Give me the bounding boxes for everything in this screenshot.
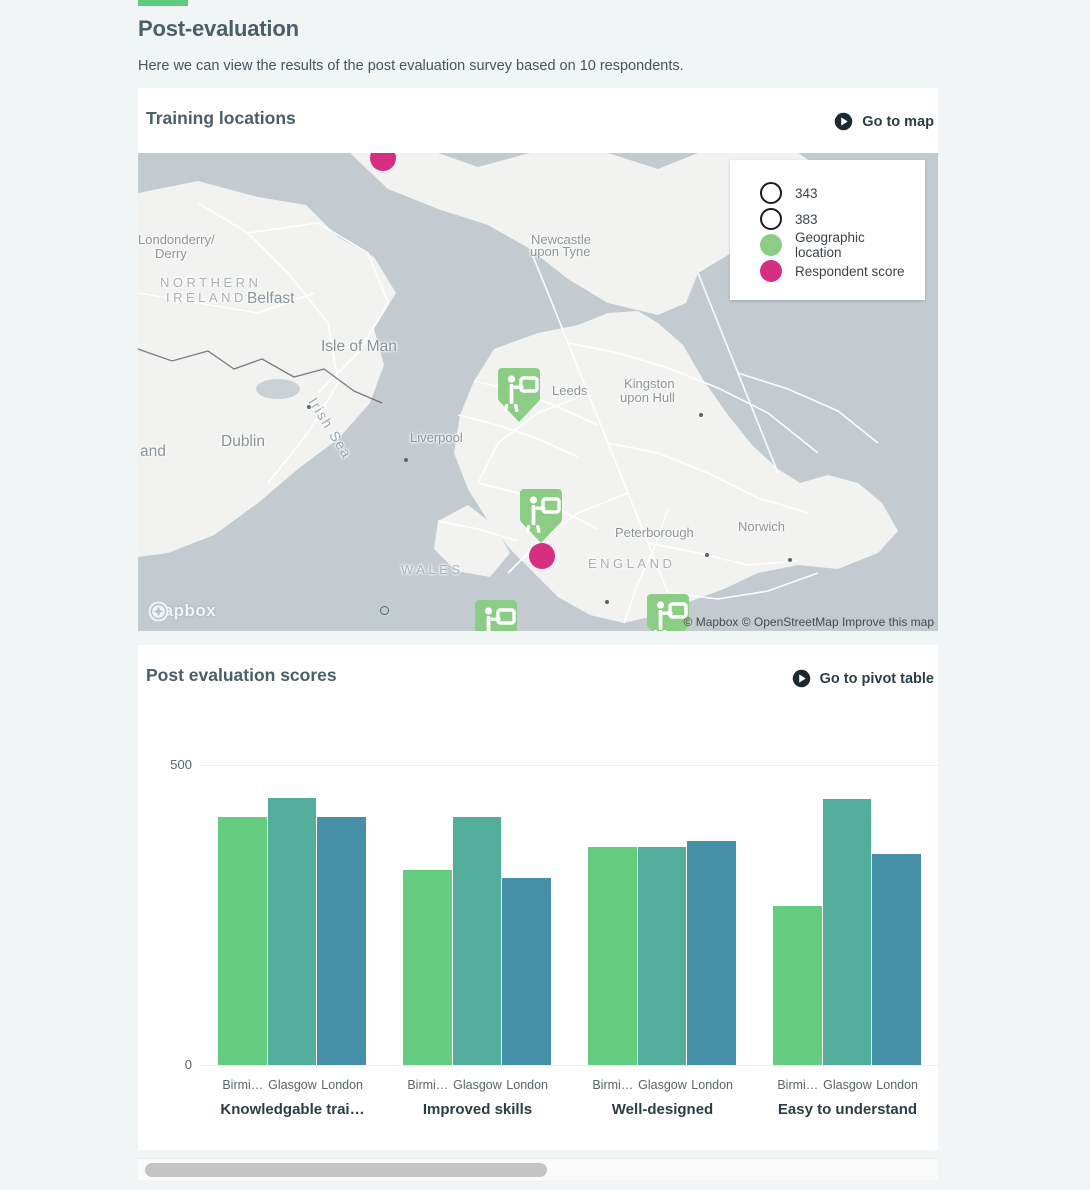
legend-swatch	[760, 182, 782, 204]
bar[interactable]	[588, 847, 637, 1065]
page-title: Post-evaluation	[138, 16, 299, 41]
legend-label: Respondent score	[795, 263, 905, 279]
map-canvas[interactable]: Londonderry/Derry NORTHERN IRELAND Belfast I…	[138, 153, 938, 631]
go-to-map-button[interactable]: Go to map	[834, 112, 934, 131]
city-dot	[380, 606, 389, 615]
city-dot	[705, 553, 709, 557]
bar-category-label: London	[506, 1078, 549, 1092]
legend-label: Geographic location	[795, 230, 865, 260]
city-dot	[404, 458, 408, 462]
bar[interactable]	[687, 840, 736, 1065]
go-to-map-label: Go to map	[862, 113, 934, 130]
legend-swatch	[760, 260, 782, 282]
bar-group: Birmi… Glasgow London Well-designed	[570, 765, 755, 1118]
bar-category-label: London	[691, 1078, 734, 1092]
legend-item: Respondent score	[760, 258, 907, 284]
page-root: Post-evaluation Here we can view the res…	[0, 0, 1090, 1190]
legend-label: 343	[795, 185, 818, 201]
bar[interactable]	[403, 870, 452, 1065]
training-locations-card: Training locations Go to map Londonderry…	[138, 88, 938, 631]
bar-chart-plot: 0 500 Birmi… Glasgow London Knowledgable trai…	[170, 757, 940, 1118]
gridline	[200, 1065, 940, 1066]
y-axis-tick: 0	[184, 1057, 192, 1072]
bar-group: Birmi… Glasgow London Improved skills	[385, 765, 570, 1118]
map-card-title: Training locations	[146, 108, 296, 128]
accent-bar	[138, 0, 188, 6]
post-evaluation-scores-card: Post evaluation scores Go to pivot table…	[138, 645, 940, 1150]
bar[interactable]	[267, 798, 317, 1065]
chart-card-header: Post evaluation scores Go to pivot table	[138, 645, 938, 710]
bar-group-label: Improved skills	[422, 1101, 533, 1118]
bar[interactable]	[317, 817, 366, 1065]
chart-card-title: Post evaluation scores	[146, 665, 337, 685]
training-marker-icon	[498, 368, 540, 422]
legend-item: 383	[760, 206, 907, 232]
page-subtitle: Here we can view the results of the post…	[138, 58, 684, 74]
training-pin-leeds[interactable]	[496, 366, 542, 424]
training-marker-icon	[520, 489, 562, 543]
mapbox-logo[interactable]: mapbox	[148, 601, 216, 622]
horizontal-scrollbar[interactable]	[138, 1158, 938, 1180]
bar[interactable]	[218, 817, 267, 1065]
play-circle-icon	[834, 112, 853, 131]
bar[interactable]	[637, 847, 687, 1065]
bar[interactable]	[872, 853, 921, 1065]
bar-group: Birmi… Glasgow London Knowledgable trai…	[200, 765, 385, 1118]
training-pin-south-1[interactable]	[473, 598, 519, 631]
city-dot	[788, 558, 792, 562]
go-to-pivot-table-button[interactable]: Go to pivot table	[792, 669, 934, 688]
training-marker-icon	[475, 600, 517, 631]
map-attribution[interactable]: © Mapbox © OpenStreetMap Improve this ma…	[684, 615, 934, 629]
legend-item: Geographic location	[760, 230, 907, 260]
legend-swatch	[760, 234, 782, 256]
bar-group-label: Well-designed	[611, 1101, 714, 1118]
bar-chart: 0 500 Birmi… Glasgow London Knowledgable trai…	[138, 710, 940, 1150]
legend-label: 383	[795, 211, 818, 227]
bar-group-label: Easy to understand	[777, 1101, 918, 1118]
city-dot	[699, 413, 703, 417]
bar[interactable]	[452, 816, 502, 1065]
bar-category-label: London	[876, 1078, 919, 1092]
legend-item: 343	[760, 180, 907, 206]
bar[interactable]	[502, 877, 551, 1065]
city-dot	[605, 600, 609, 604]
bar-group-label: Knowledgable trai…	[220, 1101, 365, 1118]
bar-category-label: London	[321, 1078, 364, 1092]
play-circle-icon	[792, 669, 811, 688]
city-dot	[307, 405, 311, 409]
map-card-header: Training locations Go to map	[138, 88, 938, 153]
y-axis-tick: 500	[170, 757, 192, 772]
mapbox-mark-icon	[148, 601, 169, 622]
respondent-dot-birmingham[interactable]	[529, 543, 555, 569]
legend-swatch	[760, 208, 782, 230]
training-pin-birmingham[interactable]	[518, 487, 564, 545]
go-to-pivot-table-label: Go to pivot table	[819, 670, 934, 687]
bar[interactable]	[822, 799, 872, 1065]
bar-group: Birmi… Glasgow London Easy to understand	[755, 765, 940, 1118]
scrollbar-thumb[interactable]	[145, 1163, 547, 1177]
bar[interactable]	[773, 906, 822, 1065]
map-legend: 343 383 Geographic location Respondent scor…	[730, 160, 925, 300]
